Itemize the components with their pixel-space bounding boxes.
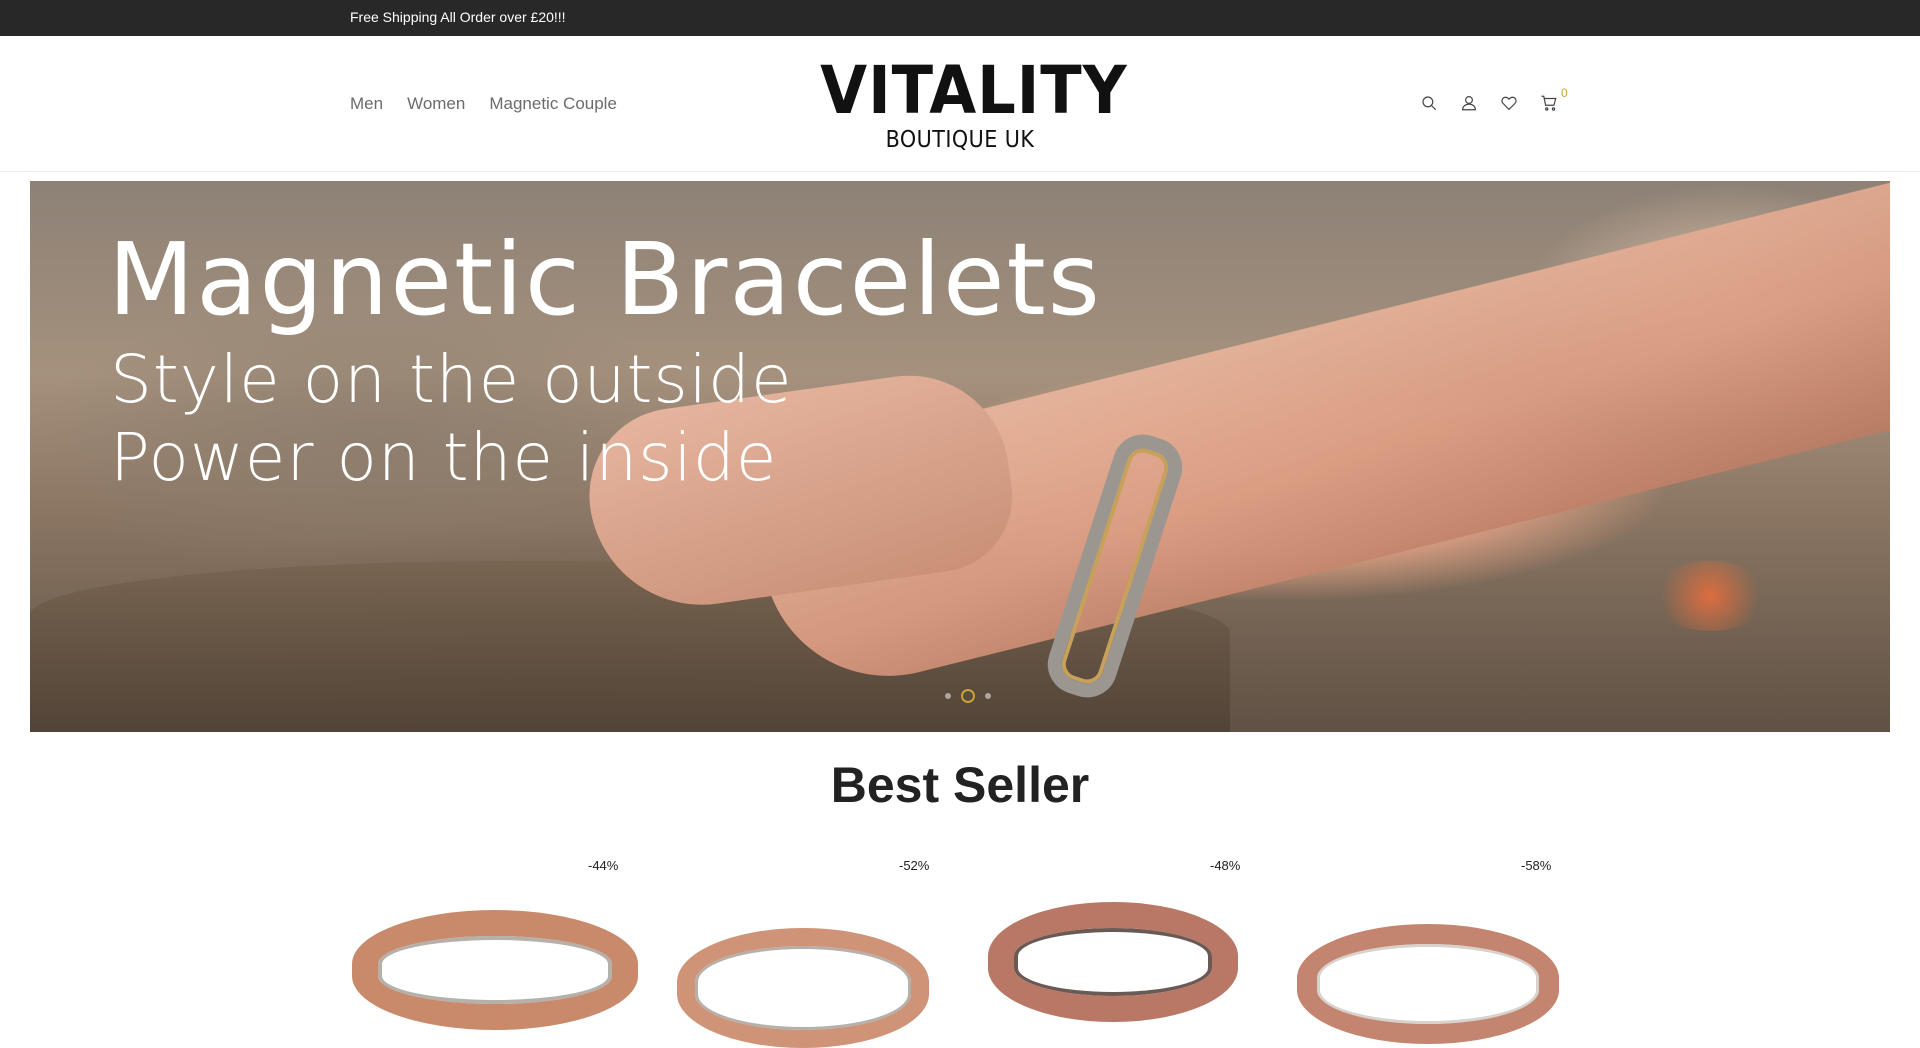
product-image[interactable]: [677, 928, 929, 1048]
slider-dot-2-active[interactable]: [961, 689, 975, 703]
product-grid: -44% -52% -48% -58%: [350, 850, 1570, 1048]
discount-badge: -44%: [588, 858, 619, 873]
announcement-bar: Free Shipping All Order over £20!!!: [0, 0, 1920, 36]
best-seller-title: Best Seller: [830, 757, 1090, 813]
product-image[interactable]: [1297, 924, 1559, 1044]
header-icons: 0: [1418, 86, 1578, 114]
hero-title: Magnetic Bracelets: [108, 221, 1102, 338]
announcement-text: Free Shipping All Order over £20!!!: [350, 9, 566, 25]
product-card[interactable]: -52%: [661, 850, 951, 1048]
product-card[interactable]: -58%: [1283, 850, 1573, 1044]
logo-sub-text: BOUTIQUE UK: [885, 127, 1035, 153]
discount-badge: -52%: [899, 858, 930, 873]
cart-icon[interactable]: [1538, 92, 1560, 114]
product-image[interactable]: [988, 902, 1238, 1022]
product-image[interactable]: [352, 910, 638, 1030]
nav-item-women[interactable]: Women: [407, 94, 465, 114]
cart-count-badge: 0: [1561, 86, 1568, 100]
user-icon[interactable]: [1458, 92, 1480, 114]
nav-item-magnetic-couple[interactable]: Magnetic Couple: [489, 94, 617, 114]
slider-dots: [940, 689, 996, 703]
site-logo[interactable]: VITALITY BOUTIQUE UK: [808, 52, 1128, 156]
discount-badge: -58%: [1521, 858, 1552, 873]
hero-glow: [1650, 561, 1770, 631]
hero-banner[interactable]: Magnetic Bracelets Style on the outside …: [30, 181, 1890, 732]
slider-dot-3[interactable]: [985, 693, 991, 699]
hero-tagline-1: Style on the outside: [110, 341, 793, 418]
search-icon[interactable]: [1418, 92, 1440, 114]
slider-dot-1[interactable]: [945, 693, 951, 699]
nav-item-men[interactable]: Men: [350, 94, 383, 114]
logo-main-text: VITALITY: [820, 52, 1128, 129]
product-card[interactable]: -48%: [972, 850, 1262, 1022]
product-card[interactable]: -44%: [350, 850, 640, 1030]
heart-icon[interactable]: [1498, 92, 1520, 114]
discount-badge: -48%: [1210, 858, 1241, 873]
main-nav: Men Women Magnetic Couple: [350, 94, 641, 114]
hero-tagline-2: Power on the inside: [110, 419, 778, 496]
site-header: Men Women Magnetic Couple VITALITY BOUTI…: [0, 36, 1920, 172]
